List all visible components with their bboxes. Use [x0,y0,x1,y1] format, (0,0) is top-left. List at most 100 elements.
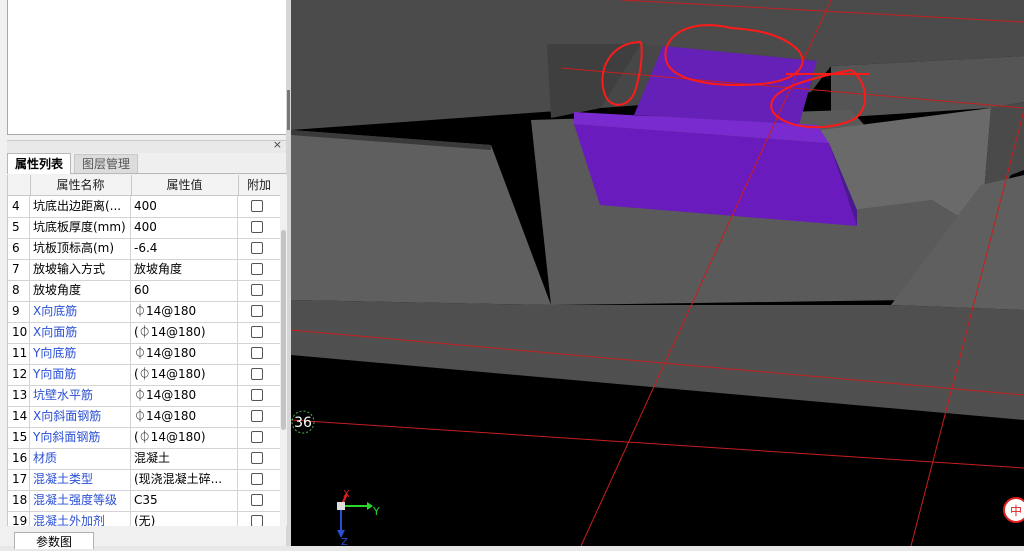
row-index: 15 [8,427,30,448]
property-value[interactable]: 放坡角度 [131,259,238,280]
row-index: 18 [8,490,30,511]
property-value[interactable]: 60 [131,280,238,301]
tab-parameter-diagram[interactable]: 参数图 [14,532,94,549]
property-value[interactable]: (无) [131,511,238,526]
header-value: 属性值 [131,175,239,195]
property-value[interactable]: ⏀14@180 [131,385,238,406]
table-row[interactable]: 15 Y向斜面钢筋 (⏀14@180) [8,427,281,449]
table-row[interactable]: 14 X向斜面钢筋 ⏀14@180 [8,406,281,428]
table-row[interactable]: 4 坑底出边距离(... 400 [8,196,281,218]
extra-checkbox[interactable] [251,200,263,212]
property-name: 放坡角度 [30,280,131,301]
property-value[interactable]: ⏀14@180 [131,301,238,322]
property-value[interactable]: 400 [131,217,238,238]
left-panel: × 属性列表 图层管理 属性名称 属性值 附加 4 坑底出边距离(... 400 5 坑… [0,0,291,549]
tab-property-list[interactable]: 属性列表 [7,153,72,174]
header-index [8,175,31,195]
property-name: Y向底筋 [30,343,131,364]
row-index: 8 [8,280,30,301]
table-row[interactable]: 10 X向面筋 (⏀14@180) [8,322,281,344]
property-extra [238,238,281,259]
property-extra [238,364,281,385]
property-extra [238,196,281,217]
property-name: X向底筋 [30,301,131,322]
table-row[interactable]: 9 X向底筋 ⏀14@180 [8,301,281,323]
extra-checkbox[interactable] [251,368,263,380]
3d-viewport[interactable]: 36 Y Z X 中 [291,0,1024,546]
table-row[interactable]: 13 坑壁水平筋 ⏀14@180 [8,385,281,407]
row-index: 4 [8,196,30,217]
property-value[interactable]: 400 [131,196,238,217]
table-row[interactable]: 16 材质 混凝土 [8,448,281,470]
property-value[interactable]: (⏀14@180) [131,364,238,385]
scene-svg: 36 Y Z X 中 [291,0,1024,546]
property-value[interactable]: ⏀14@180 [131,343,238,364]
extra-checkbox[interactable] [251,347,263,359]
extra-checkbox[interactable] [251,410,263,422]
property-value[interactable]: (现浇混凝土碎... [131,469,238,490]
extra-checkbox[interactable] [251,284,263,296]
extra-checkbox[interactable] [251,473,263,485]
table-row[interactable]: 12 Y向面筋 (⏀14@180) [8,364,281,386]
row-index: 7 [8,259,30,280]
extra-checkbox[interactable] [251,305,263,317]
orientation-gizmo[interactable]: Y Z X [337,489,380,546]
property-extra [238,217,281,238]
table-row[interactable]: 6 坑板顶标高(m) -6.4 [8,238,281,260]
panel-tabs: 属性列表 图层管理 [7,153,286,174]
row-index: 11 [8,343,30,364]
property-name: 混凝土类型 [30,469,131,490]
table-row[interactable]: 19 混凝土外加剂 (无) [8,511,281,526]
row-index: 13 [8,385,30,406]
extra-checkbox[interactable] [251,242,263,254]
extra-checkbox[interactable] [251,326,263,338]
scrollbar-thumb[interactable] [281,230,286,430]
table-row[interactable]: 18 混凝土强度等级 C35 [8,490,281,512]
property-extra [238,343,281,364]
extra-checkbox[interactable] [251,263,263,275]
row-index: 17 [8,469,30,490]
gizmo-y-label: Y [372,505,380,518]
extra-checkbox[interactable] [251,431,263,443]
grid-header: 属性名称 属性值 附加 [8,175,281,196]
ground-plane [291,300,1024,420]
row-index: 12 [8,364,30,385]
splitter-handle[interactable] [287,90,290,130]
property-value[interactable]: 混凝土 [131,448,238,469]
table-row[interactable]: 8 放坡角度 60 [8,280,281,302]
property-value[interactable]: ⏀14@180 [131,406,238,427]
table-row[interactable]: 7 放坡输入方式 放坡角度 [8,259,281,281]
property-extra [238,301,281,322]
property-name: X向面筋 [30,322,131,343]
gizmo-z-label: Z [341,537,348,546]
property-name: 放坡输入方式 [30,259,131,280]
axis-label-36: 36 [294,415,312,431]
property-name: 材质 [30,448,131,469]
table-row[interactable]: 17 混凝土类型 (现浇混凝土碎... [8,469,281,491]
table-row[interactable]: 11 Y向底筋 ⏀14@180 [8,343,281,365]
left-wall-face [291,130,551,305]
extra-checkbox[interactable] [251,452,263,464]
extra-checkbox[interactable] [251,221,263,233]
property-value[interactable]: (⏀14@180) [131,322,238,343]
property-name: 坑底出边距离(... [30,196,131,217]
property-value[interactable]: C35 [131,490,238,511]
table-row[interactable]: 5 坑底板厚度(mm) 400 [8,217,281,239]
property-extra [238,322,281,343]
extra-checkbox[interactable] [251,494,263,506]
property-value[interactable]: -6.4 [131,238,238,259]
close-icon[interactable]: × [273,138,282,151]
row-index: 19 [8,511,30,526]
property-value[interactable]: (⏀14@180) [131,427,238,448]
property-name: 混凝土强度等级 [30,490,131,511]
corner-logo-text: 中 [1010,503,1022,518]
property-extra [238,259,281,280]
empty-pane [7,0,288,135]
extra-checkbox[interactable] [251,389,263,401]
tab-layer-management[interactable]: 图层管理 [74,154,139,173]
extra-checkbox[interactable] [251,515,263,526]
property-extra [238,280,281,301]
property-name: X向斜面钢筋 [30,406,131,427]
vertical-scrollbar[interactable] [280,175,287,526]
row-index: 10 [8,322,30,343]
